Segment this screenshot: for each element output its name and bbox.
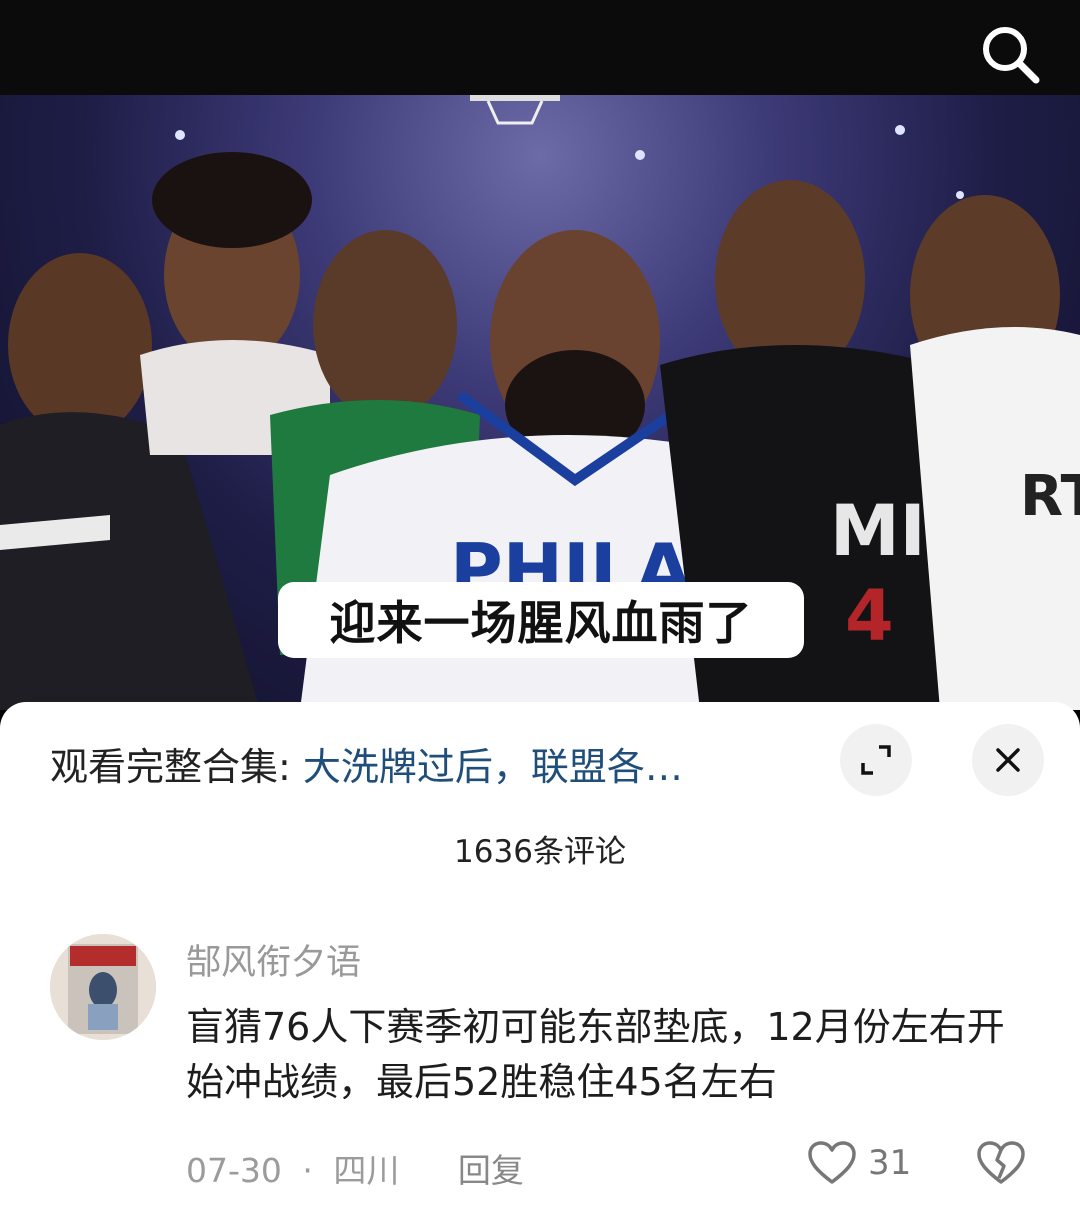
search-icon[interactable] [978,22,1042,86]
reply-button[interactable]: 回复 [458,1151,524,1190]
svg-text:4: 4 [845,575,894,657]
comment-location: 四川 [333,1151,400,1190]
video-caption: 迎来一场腥风血雨了 [278,582,804,658]
heart-icon [808,1141,856,1184]
collection-title[interactable]: 大洗牌过后，联盟各… [303,745,683,789]
top-bar [0,0,1080,95]
svg-text:RT: RT [1020,464,1080,529]
dislike-button[interactable] [975,1140,1027,1190]
avatar-image [50,934,156,1040]
expand-icon [861,745,891,775]
comment-meta: 07-30 · 四川 回复 [186,1144,524,1192]
collection-link[interactable]: 观看完整合集: 大洗牌过后，联盟各… [50,736,810,796]
expand-button[interactable] [840,724,912,796]
svg-text:MI: MI [830,490,926,572]
close-icon [996,748,1020,772]
collection-prefix: 观看完整合集: [50,745,303,789]
comments-count: 1636条评论 [454,834,626,870]
comment-date: 07-30 [186,1151,282,1190]
comment-text: 盲猜76人下赛季初可能东部垫底，12月份左右开始冲战绩，最后52胜稳住45名左右 [186,1005,1005,1104]
like-button[interactable]: 31 [806,1140,911,1186]
avatar[interactable] [50,934,156,1040]
meta-separator: · [302,1151,313,1190]
comment-sheet: 观看完整合集: 大洗牌过后，联盟各… 1636条评论 郜风衔夕语 盲猜76人下赛… [0,702,1080,1229]
comment-username[interactable]: 郜风衔夕语 [186,934,361,985]
close-button[interactable] [972,724,1044,796]
like-count: 31 [868,1143,912,1183]
broken-heart-icon [977,1141,1025,1184]
video-player[interactable]: PHILA MI 4 RT 迎来一场腥风血雨了 [0,95,1080,710]
